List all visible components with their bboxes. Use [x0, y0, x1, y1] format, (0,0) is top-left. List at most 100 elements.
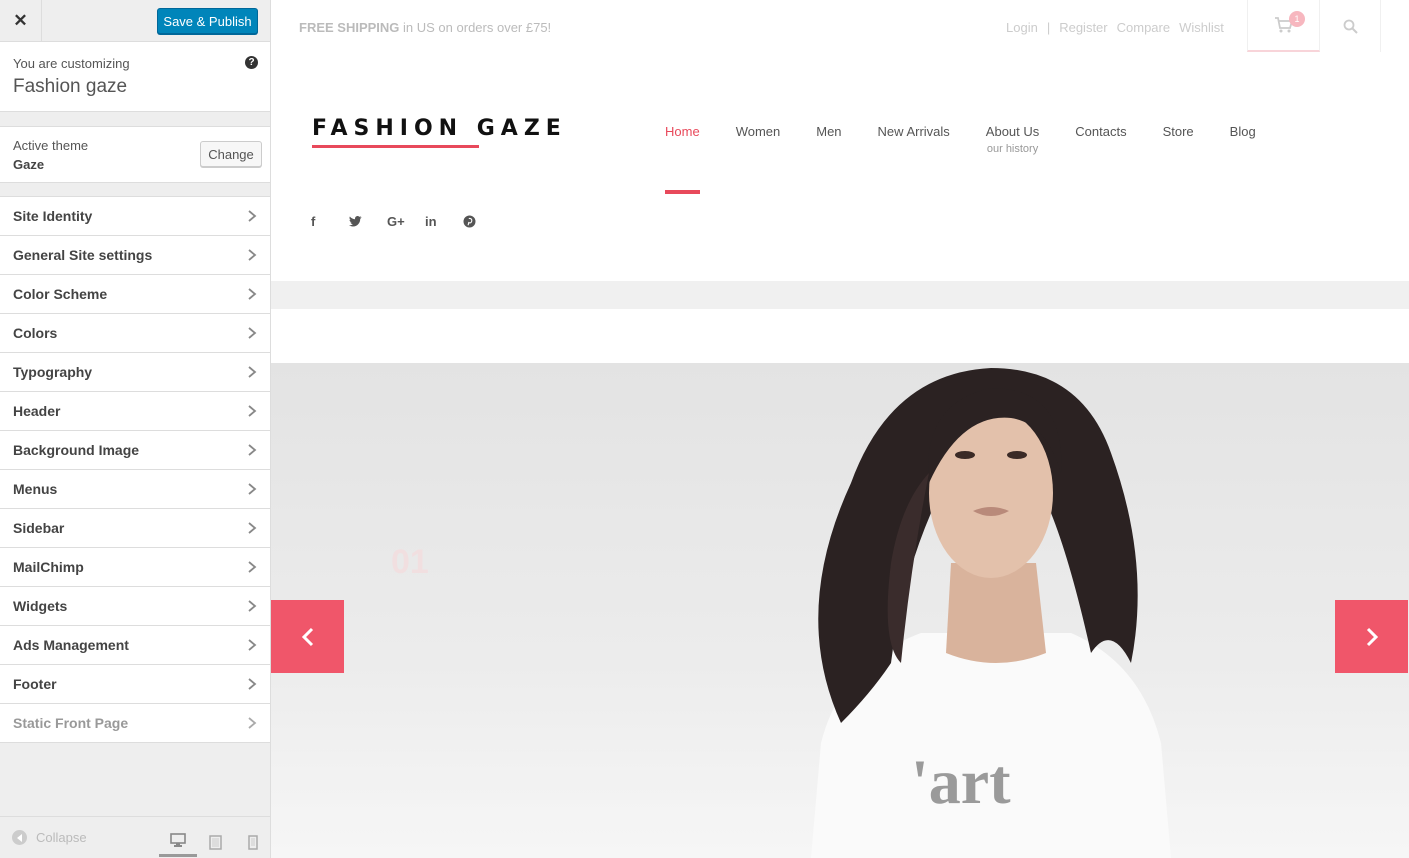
section-color-scheme[interactable]: Color Scheme [0, 275, 270, 314]
chevron-right-icon [248, 288, 257, 300]
nav-sublabel: our history [986, 143, 1039, 155]
nav-store[interactable]: Store [1163, 124, 1194, 155]
section-label: Ads Management [13, 637, 129, 653]
section-label: Header [13, 403, 61, 419]
hero-slider: 01 'art [271, 363, 1409, 858]
nav-label: Store [1162, 124, 1194, 139]
slider-next-button[interactable] [1335, 600, 1408, 673]
tablet-icon [208, 834, 222, 850]
section-background-image[interactable]: Background Image [0, 431, 270, 470]
chevron-right-icon [248, 561, 257, 573]
social-links: f G+ in [311, 212, 501, 230]
active-theme-panel: Active theme Gaze Change [0, 126, 270, 183]
slider-prev-button[interactable] [271, 600, 344, 673]
customizer-footer: Collapse [0, 816, 270, 858]
collapse-label: Collapse [36, 830, 87, 845]
mobile-icon [248, 834, 258, 850]
section-label: Typography [13, 364, 93, 380]
active-nav-indicator [665, 190, 700, 194]
linkedin-icon: in [425, 213, 437, 229]
nav-contacts[interactable]: Contacts [1075, 124, 1126, 155]
chevron-right-icon [248, 405, 257, 417]
section-label: Menus [13, 481, 58, 497]
chevron-left-icon [301, 627, 313, 646]
section-typography[interactable]: Typography [0, 353, 270, 392]
linkedin-link[interactable]: in [425, 212, 463, 230]
pinterest-icon [463, 215, 476, 227]
chevron-right-icon [1366, 627, 1378, 646]
nav-blog[interactable]: Blog [1230, 124, 1256, 155]
pinterest-link[interactable] [463, 212, 501, 230]
section-footer[interactable]: Footer [0, 665, 270, 704]
header-separator-band [271, 281, 1409, 309]
facebook-icon: f [311, 213, 316, 229]
section-label: MailChimp [13, 559, 84, 575]
section-label: Sidebar [13, 520, 65, 536]
section-label: General Site settings [13, 247, 153, 263]
section-colors[interactable]: Colors [0, 314, 270, 353]
site-logo[interactable]: FASHION GAZE [312, 116, 567, 141]
tablet-preview-button[interactable] [196, 827, 234, 857]
section-site-identity[interactable]: Site Identity [0, 197, 270, 236]
section-label: Colors [13, 325, 58, 341]
section-widgets[interactable]: Widgets [0, 587, 270, 626]
site-preview: FREE SHIPPING in US on orders over £75! … [271, 0, 1409, 858]
search-icon [1343, 19, 1358, 34]
section-mailchimp[interactable]: MailChimp [0, 548, 270, 587]
help-icon[interactable]: ? [245, 56, 258, 69]
nav-women[interactable]: Women [736, 124, 781, 155]
googleplus-link[interactable]: G+ [387, 212, 425, 230]
nav-label: Women [735, 124, 781, 139]
nav-men[interactable]: Men [816, 124, 841, 155]
logo-underline [312, 145, 479, 148]
nav-home[interactable]: Home [665, 124, 700, 155]
account-links: Login | Register Compare Wishlist [1006, 20, 1224, 35]
desktop-preview-button[interactable] [159, 827, 197, 857]
nav-label: Blog [1229, 124, 1256, 139]
chevron-right-icon [248, 678, 257, 690]
nav-label: Contacts [1075, 124, 1127, 139]
section-label: Static Front Page [13, 715, 129, 731]
section-ads-management[interactable]: Ads Management [0, 626, 270, 665]
section-label: Footer [13, 676, 57, 692]
search-button[interactable] [1321, 0, 1381, 52]
twitter-icon [349, 215, 362, 226]
nav-label: Men [816, 124, 842, 139]
shipping-rest: in US on orders over £75! [399, 20, 552, 35]
googleplus-icon: G+ [387, 213, 405, 229]
chevron-right-icon [248, 366, 257, 378]
customizer-sections: Site Identity General Site settings Colo… [0, 196, 270, 743]
cart-count-badge: 1 [1289, 11, 1305, 27]
top-bar: FREE SHIPPING in US on orders over £75! … [271, 0, 1409, 54]
customizing-info: You are customizing Fashion gaze ? [0, 42, 270, 112]
section-label: Widgets [13, 598, 68, 614]
chevron-right-icon [248, 600, 257, 612]
save-publish-button[interactable]: Save & Publish [157, 8, 258, 34]
section-sidebar[interactable]: Sidebar [0, 509, 270, 548]
chevron-right-icon [248, 210, 257, 222]
site-name: Fashion gaze [13, 76, 128, 97]
section-static-front-page[interactable]: Static Front Page [0, 704, 270, 743]
customizer-sidebar: ✕ Save & Publish You are customizing Fas… [0, 0, 271, 858]
wishlist-link[interactable]: Wishlist [1179, 20, 1224, 35]
login-link[interactable]: Login [1006, 20, 1038, 35]
section-menus[interactable]: Menus [0, 470, 270, 509]
section-header[interactable]: Header [0, 392, 270, 431]
twitter-link[interactable] [349, 212, 387, 230]
nav-new-arrivals[interactable]: New Arrivals [878, 124, 950, 155]
close-customizer-button[interactable]: ✕ [0, 0, 42, 42]
nav-label: Home [665, 124, 700, 139]
change-theme-button[interactable]: Change [200, 141, 262, 167]
close-icon: ✕ [13, 11, 28, 30]
compare-link[interactable]: Compare [1117, 20, 1170, 35]
register-link[interactable]: Register [1059, 20, 1107, 35]
hero-model-image: 'art [811, 368, 1171, 858]
shipping-bold: FREE SHIPPING [299, 20, 400, 35]
collapse-button[interactable]: Collapse [12, 830, 87, 845]
mobile-preview-button[interactable] [234, 827, 272, 857]
facebook-link[interactable]: f [311, 212, 349, 230]
cart-button[interactable]: 1 [1247, 0, 1320, 52]
desktop-icon [170, 833, 186, 847]
section-general-site-settings[interactable]: General Site settings [0, 236, 270, 275]
nav-about-us[interactable]: About Us our history [986, 124, 1039, 155]
